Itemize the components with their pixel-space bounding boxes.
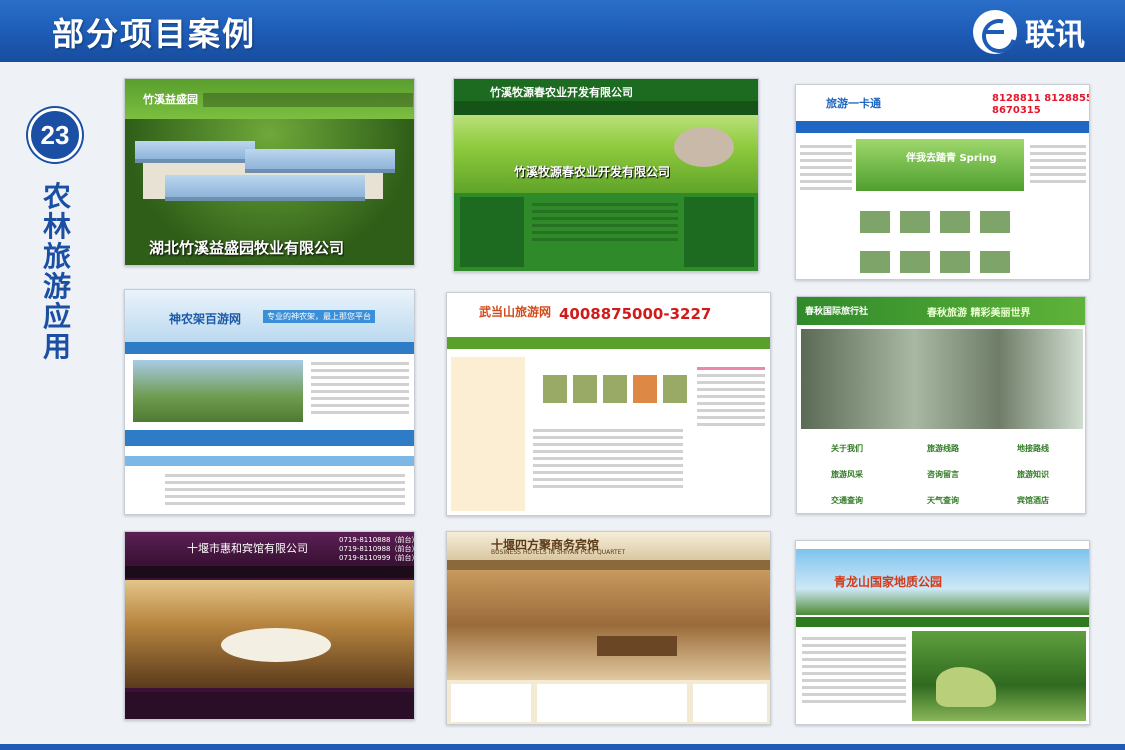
case-cell: 咨询留言 <box>927 470 959 479</box>
case-brand: 春秋国际旅行社 <box>805 307 869 317</box>
case-cell: 关于我们 <box>831 444 863 453</box>
case-phone: 8128811 8128855 <box>992 93 1090 104</box>
case-cell: 旅游线路 <box>927 444 959 453</box>
case-thumbnail-qinglongshan-park[interactable]: 青龙山国家地质公园 <box>795 540 1090 725</box>
case-banner: 伴我去踏青 Spring <box>906 153 997 164</box>
case-thumbnail-chunqiu-travel[interactable]: 春秋国际旅行社 春秋旅游 精彩美丽世界 关于我们 旅游线路 地接路线 旅游风采 … <box>796 296 1086 514</box>
section-label: 农林旅游应用 <box>42 180 71 363</box>
page-title: 部分项目案例 <box>52 15 257 53</box>
case-subtitle: BUSINESS HOTELS IN SHIYAN POLY QUARTET <box>491 549 626 556</box>
case-cell: 地接路线 <box>1017 444 1049 453</box>
case-slogan: 春秋旅游 精彩美丽世界 <box>927 308 1031 319</box>
case-brand: 神农架百游网 <box>169 312 242 326</box>
case-thumbnail-yishengyuan[interactable]: 竹溪益盛园 湖北竹溪益盛园牧业有限公司 <box>124 78 415 266</box>
case-brand: 旅游一卡通 <box>826 97 881 110</box>
brand-logo: 联讯 <box>973 10 1085 54</box>
footer-bar <box>0 744 1125 750</box>
case-thumbnail-sifangju-hotel[interactable]: 十堰四方聚商务宾馆 BUSINESS HOTELS IN SHIYAN POLY… <box>446 531 771 725</box>
case-slogan: 专业的神农架，最上那您平台 <box>263 310 375 323</box>
case-brand: 青龙山国家地质公园 <box>834 575 943 589</box>
lianxun-logo-icon <box>973 10 1017 54</box>
case-caption: 湖北竹溪益盛园牧业有限公司 <box>149 239 345 257</box>
case-thumbnail-huihe-hotel[interactable]: 十堰市惠和宾馆有限公司 0719-8110888（前台） 0719-811098… <box>124 531 415 720</box>
header-bar: 部分项目案例 联讯 <box>0 0 1125 62</box>
case-calligraphy: 竹溪牧源春农业开发有限公司 <box>514 165 671 179</box>
case-brand: 竹溪牧源春农业开发有限公司 <box>490 86 633 99</box>
case-cell: 天气查询 <box>927 496 959 505</box>
case-cell: 宾馆酒店 <box>1017 496 1049 505</box>
logo-text: 联讯 <box>1025 18 1085 53</box>
case-phone: 4008875000-3227 <box>559 305 712 323</box>
case-thumbnail-muyuanchun[interactable]: 竹溪牧源春农业开发有限公司 竹溪牧源春农业开发有限公司 <box>453 78 759 272</box>
case-brand: 竹溪益盛园 <box>143 93 198 106</box>
case-thumbnail-wudangshan[interactable]: 武当山旅游网 4008875000-3227 <box>446 292 771 516</box>
case-thumbnail-lvyou-card[interactable]: 旅游一卡通 8128811 8128855 8670315 伴我去踏青 Spri… <box>795 84 1090 280</box>
case-cell: 交通查询 <box>831 496 863 505</box>
case-cell: 旅游知识 <box>1017 470 1049 479</box>
case-cell: 旅游风采 <box>831 470 863 479</box>
case-phone2: 8670315 <box>992 105 1041 116</box>
case-thumbnail-shennongjia[interactable]: 神农架百游网 专业的神农架，最上那您平台 <box>124 289 415 515</box>
case-phone: 0719-8110888（前台） 0719-8110988（前台） 0719-8… <box>339 536 415 562</box>
case-brand: 十堰市惠和宾馆有限公司 <box>187 542 308 555</box>
section-number-badge: 23 <box>28 108 82 162</box>
case-brand: 武当山旅游网 <box>479 305 552 319</box>
